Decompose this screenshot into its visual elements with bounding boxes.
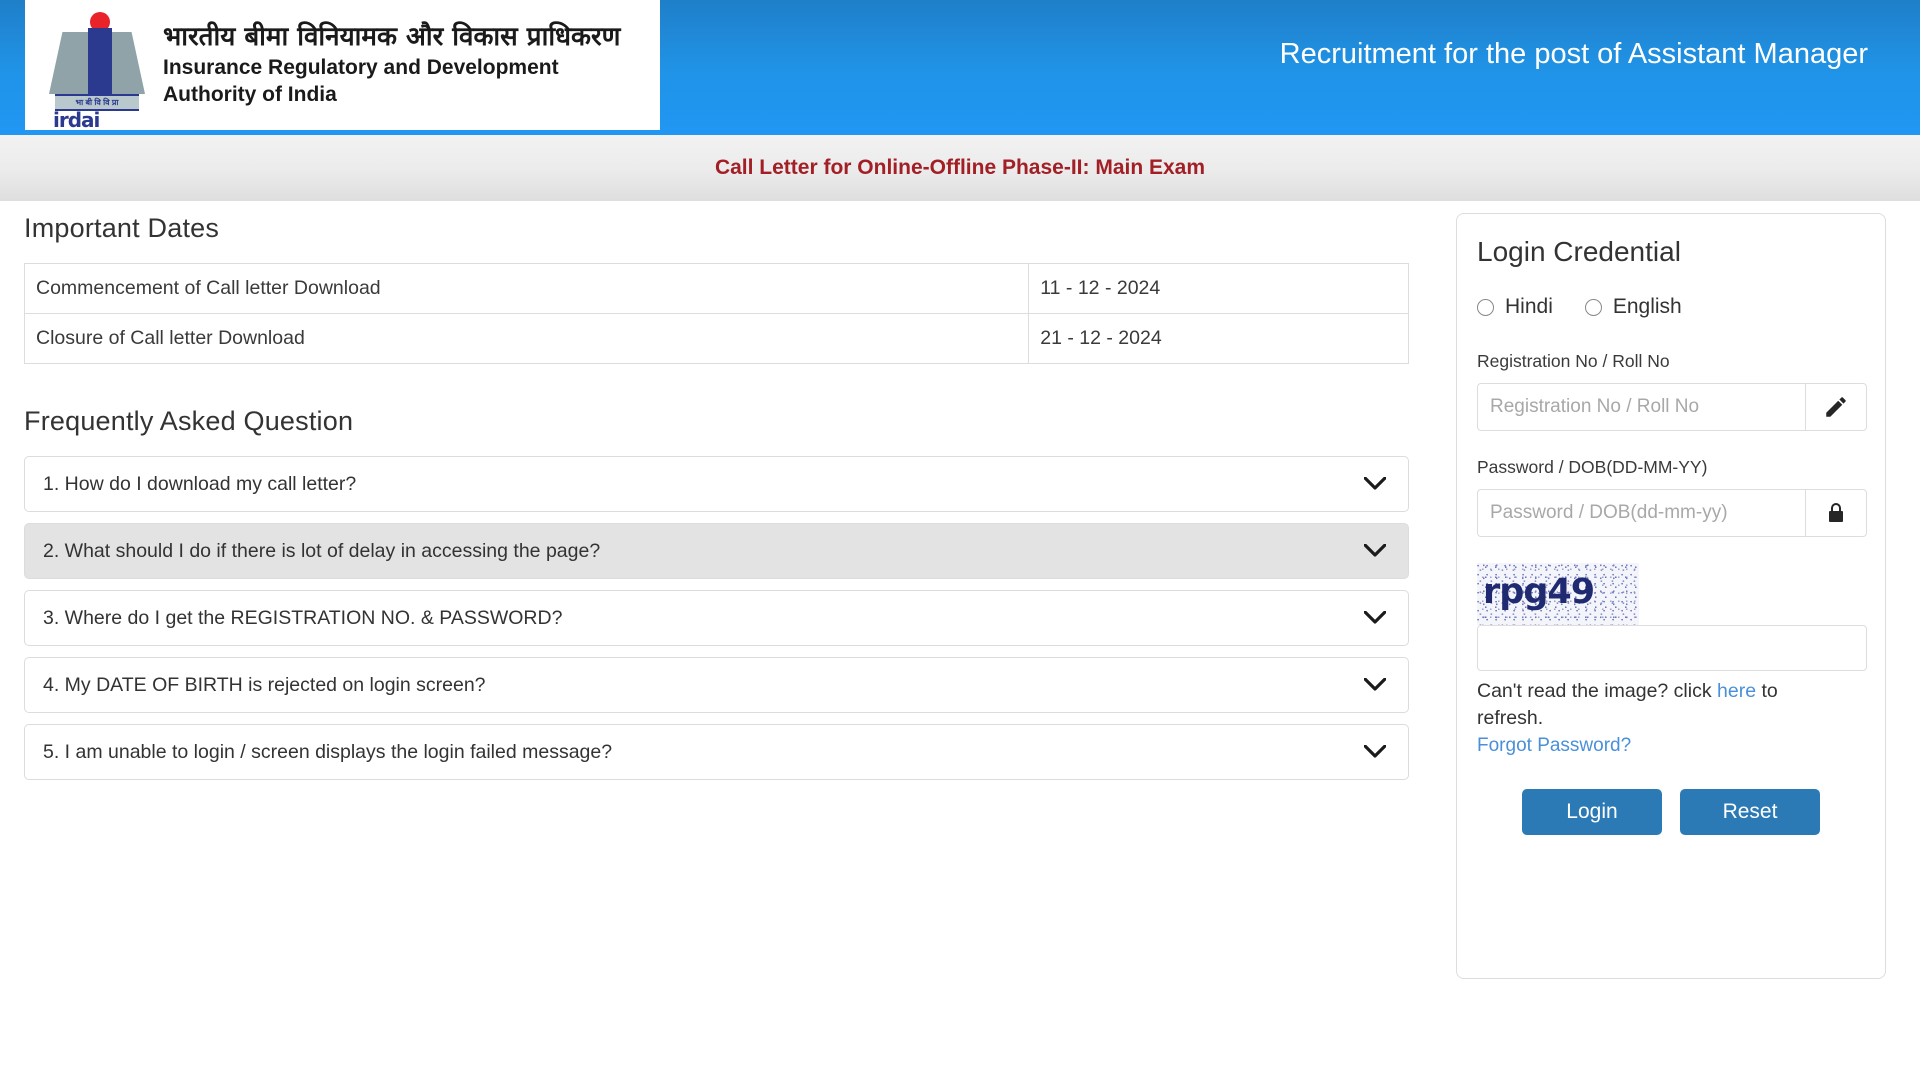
important-dates-table: Commencement of Call letter Download 11 … (23, 263, 1409, 364)
registration-input[interactable] (1477, 383, 1805, 431)
registration-field-label: Registration No / Roll No (1477, 351, 1670, 371)
irdai-logo-icon: भा बी वि वि प्रा irdai (43, 4, 151, 130)
left-column: Important Dates Commencement of Call let… (23, 213, 1424, 791)
subheader-bar: Call Letter for Online-Offline Phase-II:… (0, 135, 1920, 201)
date-value: 11 - 12 - 2024 (1028, 263, 1409, 314)
faq-list: 1. How do I download my call letter? 2. … (24, 456, 1424, 780)
radio-option-english[interactable]: English (1584, 295, 1682, 319)
table-row: Commencement of Call letter Download 11 … (23, 263, 1409, 314)
login-panel-title: Login Credential (1477, 236, 1681, 267)
password-field-label: Password / DOB(DD-MM-YY) (1477, 457, 1708, 477)
faq-item-3[interactable]: 3. Where do I get the REGISTRATION NO. &… (24, 590, 1409, 646)
faq-item-4[interactable]: 4. My DATE OF BIRTH is rejected on login… (24, 657, 1409, 713)
lock-icon[interactable] (1805, 489, 1867, 537)
captcha-text: rpg49 (1483, 572, 1595, 612)
password-input-group (1477, 489, 1867, 537)
faq-item-1[interactable]: 1. How do I download my call letter? (24, 456, 1409, 512)
faq-question-text: 4. My DATE OF BIRTH is rejected on login… (43, 673, 486, 696)
logo-text-block: भारतीय बीमा विनियामक और विकास प्राधिकरण … (163, 21, 620, 109)
captcha-help-prefix: Can't read the image? click (1477, 680, 1718, 702)
login-button[interactable]: Login (1522, 788, 1662, 835)
date-label: Closure of Call letter Download (23, 313, 1030, 364)
captcha-refresh-link[interactable]: here (1717, 680, 1756, 702)
radio-circle-icon[interactable] (1584, 298, 1602, 316)
pencil-icon[interactable] (1805, 383, 1867, 431)
password-input[interactable] (1477, 489, 1805, 537)
table-row: Closure of Call letter Download 21 - 12 … (23, 313, 1409, 364)
captcha-help-text: Can't read the image? click here to refr… (1477, 678, 1842, 732)
chevron-down-icon[interactable] (1363, 742, 1387, 762)
captcha-image: rpg49 (1477, 563, 1639, 625)
important-dates-heading: Important Dates (24, 213, 220, 243)
logo-wordmark: irdai (53, 108, 100, 132)
captcha-input[interactable] (1477, 625, 1867, 671)
forgot-password-link[interactable]: Forgot Password? (1477, 735, 1865, 757)
login-panel: Login Credential Hindi English Registrat… (1456, 213, 1886, 979)
date-value: 21 - 12 - 2024 (1028, 313, 1409, 364)
login-button-row: Login Reset (1477, 788, 1865, 835)
date-label: Commencement of Call letter Download (23, 263, 1030, 314)
radio-label-english: English (1612, 295, 1682, 318)
faq-heading: Frequently Asked Question (24, 406, 354, 436)
irdai-logo-block: भा बी वि वि प्रा irdai भारतीय बीमा विनिय… (25, 0, 660, 130)
faq-item-2[interactable]: 2. What should I do if there is lot of d… (24, 523, 1409, 579)
reset-button[interactable]: Reset (1680, 788, 1820, 835)
faq-question-text: 5. I am unable to login / screen display… (43, 740, 613, 763)
subheader-title: Call Letter for Online-Offline Phase-II:… (714, 156, 1206, 179)
chevron-down-icon[interactable] (1363, 675, 1387, 695)
faq-question-text: 2. What should I do if there is lot of d… (43, 539, 601, 562)
faq-question-text: 3. Where do I get the REGISTRATION NO. &… (43, 606, 563, 629)
radio-label-hindi: Hindi (1505, 295, 1553, 318)
logo-english-line-1: Insurance Regulatory and Development (163, 55, 559, 79)
chevron-down-icon[interactable] (1363, 474, 1387, 494)
chevron-down-icon[interactable] (1363, 541, 1387, 561)
radio-circle-icon[interactable] (1477, 298, 1494, 316)
registration-input-group (1477, 383, 1867, 431)
logo-hindi-line: भारतीय बीमा विनियामक और विकास प्राधिकरण (163, 22, 621, 53)
page-header: भा बी वि वि प्रा irdai भारतीय बीमा विनिय… (0, 0, 1920, 135)
chevron-down-icon[interactable] (1363, 608, 1387, 628)
logo-pillar (88, 28, 112, 94)
radio-option-hindi[interactable]: Hindi (1477, 295, 1553, 319)
faq-question-text: 1. How do I download my call letter? (43, 472, 357, 495)
page-title: Recruitment for the post of Assistant Ma… (1279, 38, 1868, 70)
main-content: Important Dates Commencement of Call let… (0, 201, 1920, 1080)
logo-english-line-2: Authority of India (163, 83, 337, 107)
faq-item-5[interactable]: 5. I am unable to login / screen display… (24, 724, 1409, 780)
language-radio-group: Hindi English (1477, 295, 1865, 319)
